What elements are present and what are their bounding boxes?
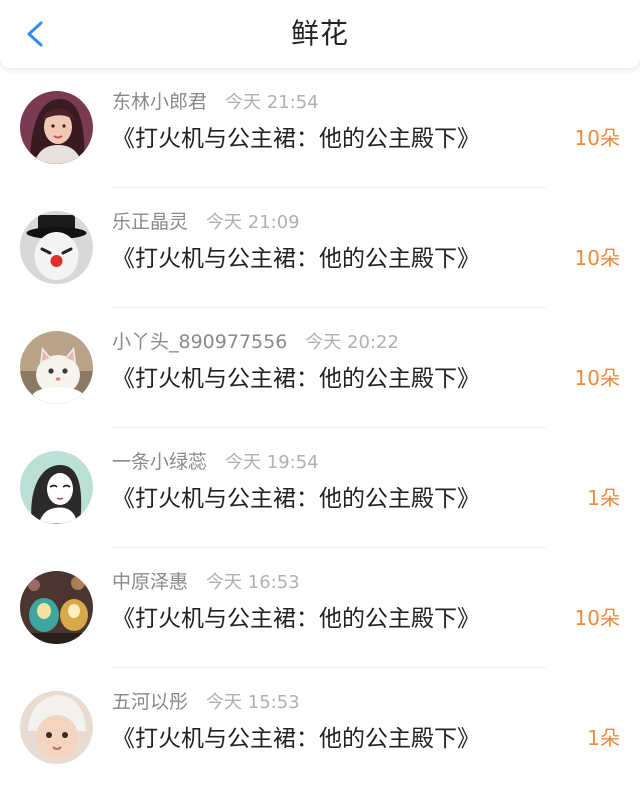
book-title[interactable]: 《打火机与公主裙：他的公主殿下》: [112, 719, 480, 753]
baby-avatar: [20, 691, 93, 764]
record-meta: 东林小郎君 今天 21:54: [112, 87, 319, 114]
flower-count: 10朵: [574, 246, 620, 270]
clown-avatar: [20, 211, 93, 284]
timestamp: 今天 16:53: [206, 572, 300, 593]
list-item[interactable]: 一条小绿蕊 今天 19:54 《打火机与公主裙：他的公主殿下》 1朵: [0, 428, 640, 548]
username[interactable]: 小丫头_890977556: [112, 331, 287, 353]
book-title[interactable]: 《打火机与公主裙：他的公主殿下》: [112, 239, 480, 273]
flower-record-list: 东林小郎君 今天 21:54 《打火机与公主裙：他的公主殿下》 10朵 乐正晶灵今…: [0, 68, 640, 788]
username[interactable]: 乐正晶灵: [112, 211, 188, 233]
flower-count: 1朵: [587, 486, 620, 510]
list-item[interactable]: 小丫头_890977556 今天 20:22 《打火机与公主裙：他的公主殿下》 1…: [0, 308, 640, 428]
list-item[interactable]: 五河以彤 今天 15:53 《打火机与公主裙：他的公主殿下》 1朵: [0, 668, 640, 788]
book-title[interactable]: 《打火机与公主裙：他的公主殿下》: [112, 599, 480, 633]
avatar[interactable]: [20, 211, 93, 284]
list-item[interactable]: 乐正晶灵 今天 21:09 《打火机与公主裙：他的公主殿下》 10朵: [0, 188, 640, 308]
avatar[interactable]: [20, 451, 93, 524]
cat-avatar: [20, 331, 93, 404]
timestamp: 今天 21:54: [225, 92, 319, 113]
username[interactable]: 东林小郎君: [112, 91, 207, 113]
book-title[interactable]: 《打火机与公主裙：他的公主殿下》: [112, 119, 480, 153]
avatar[interactable]: [20, 571, 93, 644]
page-title: 鲜花: [290, 17, 349, 50]
record-meta: 乐正晶灵 今天 21:09: [112, 207, 300, 234]
timestamp: 今天 19:54: [225, 452, 319, 473]
record-meta: 中原泽惠 今天 16:53: [112, 567, 300, 594]
username[interactable]: 五河以彤: [112, 691, 188, 713]
avatar[interactable]: [20, 91, 93, 164]
book-title[interactable]: 《打火机与公主裙：他的公主殿下》: [112, 359, 480, 393]
header-bar: 鲜花: [0, 0, 640, 68]
timestamp: 今天 15:53: [206, 692, 300, 713]
timestamp: 今天 21:09: [206, 212, 300, 233]
candle-jars-avatar: [20, 571, 93, 644]
username[interactable]: 一条小绿蕊: [112, 451, 207, 473]
drawn-girl-avatar: [20, 451, 93, 524]
flower-count: 10朵: [574, 606, 620, 630]
avatar[interactable]: [20, 691, 93, 764]
avatar[interactable]: [20, 331, 93, 404]
list-item[interactable]: 东林小郎君 今天 21:54 《打火机与公主裙：他的公主殿下》 10朵: [0, 68, 640, 188]
record-meta: 小丫头_890977556 今天 20:22: [112, 327, 399, 354]
list-item[interactable]: 中原泽惠 今天 16:53 《打火机与公主裙：他的公主殿下》 10朵: [0, 548, 640, 668]
flower-count: 10朵: [574, 366, 620, 390]
username[interactable]: 中原泽惠: [112, 571, 188, 593]
flower-count: 1朵: [587, 726, 620, 750]
woman-portrait-avatar: [20, 91, 93, 164]
record-meta: 一条小绿蕊 今天 19:54: [112, 447, 319, 474]
record-meta: 五河以彤 今天 15:53: [112, 687, 300, 714]
timestamp: 今天 20:22: [305, 332, 399, 353]
flower-count: 10朵: [574, 126, 620, 150]
book-title[interactable]: 《打火机与公主裙：他的公主殿下》: [112, 479, 480, 513]
